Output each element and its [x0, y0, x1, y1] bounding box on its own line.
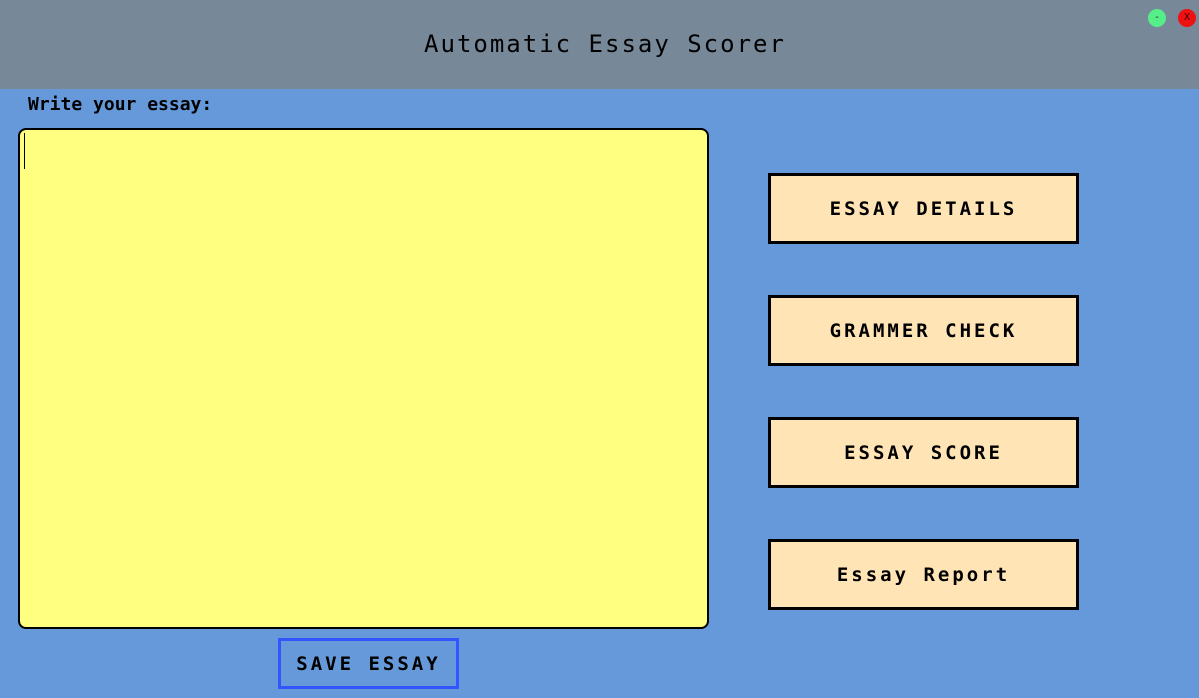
title-bar: Automatic Essay Scorer - X	[0, 0, 1199, 89]
close-button[interactable]: X	[1178, 9, 1196, 27]
essay-details-button[interactable]: ESSAY DETAILS	[768, 173, 1079, 244]
essay-label: Write your essay:	[28, 94, 213, 115]
essay-report-button[interactable]: Essay Report	[768, 539, 1079, 610]
grammer-check-button[interactable]: GRAMMER CHECK	[768, 295, 1079, 366]
save-essay-button[interactable]: SAVE ESSAY	[278, 638, 459, 689]
app-title: Automatic Essay Scorer	[424, 30, 786, 58]
essay-score-button[interactable]: ESSAY SCORE	[768, 417, 1079, 488]
essay-textarea[interactable]	[18, 128, 709, 629]
minimize-button[interactable]: -	[1148, 9, 1166, 27]
text-cursor	[24, 133, 25, 169]
